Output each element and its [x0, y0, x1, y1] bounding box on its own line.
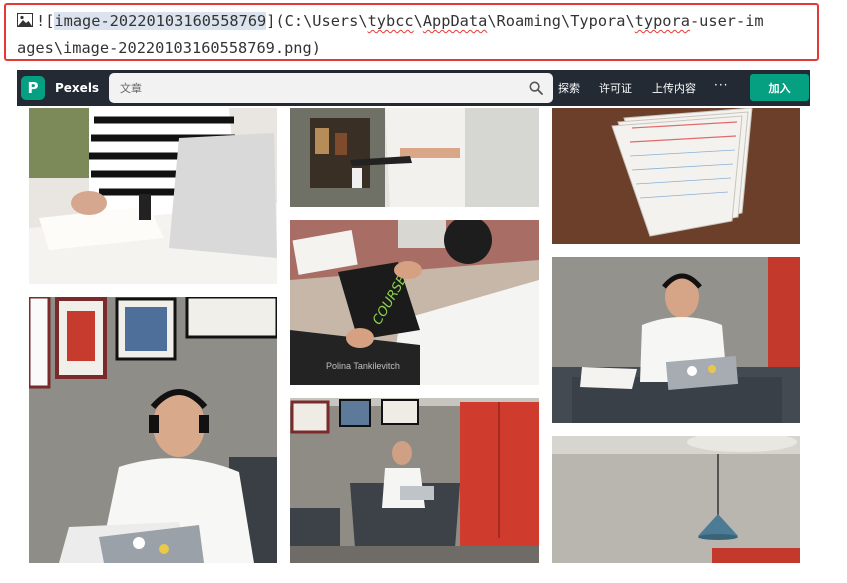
- md-path-4: -user-im: [689, 12, 764, 30]
- photo-man-tablet-standing[interactable]: [290, 108, 539, 207]
- search-input[interactable]: 文章: [109, 73, 553, 103]
- brand-name[interactable]: Pexels: [55, 81, 99, 95]
- pexels-header: P Pexels 文章 探索 许可证 上传内容 ··· 加入: [17, 70, 810, 106]
- markdown-line-2: ages\image-20220103160558769.png): [17, 39, 321, 57]
- md-prefix: ![: [36, 12, 55, 30]
- photo-woman-writing-laptop[interactable]: [29, 108, 277, 284]
- photo-pendant-lamp[interactable]: [552, 436, 800, 563]
- image-icon: [17, 13, 33, 27]
- photo-credit: Polina Tankilevitch: [326, 361, 400, 371]
- nav-upload[interactable]: 上传内容: [652, 80, 696, 96]
- nav-license[interactable]: 许可证: [599, 80, 632, 96]
- md-path-2: \: [413, 12, 423, 30]
- search-value: 文章: [120, 82, 142, 95]
- pexels-logo[interactable]: P: [21, 76, 45, 100]
- md-path-3: \Roaming\Typora\: [487, 12, 635, 30]
- photo-man-armchair-room[interactable]: [290, 398, 539, 563]
- md-path-typora: typora: [634, 12, 690, 30]
- md-path-appdata: AppData: [422, 12, 488, 30]
- more-menu-icon[interactable]: ···: [714, 78, 728, 92]
- photo-index-cards[interactable]: [552, 108, 800, 244]
- md-path-1: ](C:\Users\: [266, 12, 368, 30]
- md-alt-text: image-20220103160558769: [54, 12, 267, 30]
- photo-man-courses-tablet[interactable]: COURSES Polina Tankilevitch: [290, 220, 539, 385]
- markdown-line-1: ![image-20220103160558769](C:\Users\tybc…: [17, 8, 817, 35]
- photo-man-headphones-sofa[interactable]: [552, 257, 800, 423]
- join-button[interactable]: 加入: [750, 74, 809, 101]
- nav-explore[interactable]: 探索: [558, 80, 580, 96]
- md-path-user: tybcc: [367, 12, 414, 30]
- photo-man-headphones-closeup[interactable]: [29, 297, 277, 563]
- search-icon[interactable]: [529, 81, 543, 95]
- markdown-source-box[interactable]: ![image-20220103160558769](C:\Users\tybc…: [4, 3, 819, 61]
